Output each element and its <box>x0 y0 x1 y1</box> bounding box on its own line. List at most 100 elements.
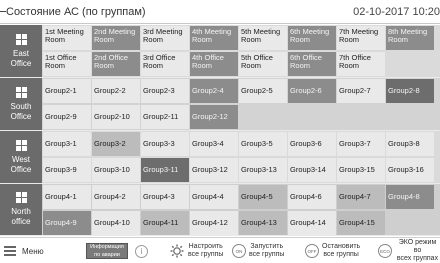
group-tile[interactable]: 7th Office Room <box>337 52 385 76</box>
group-tile[interactable]: 1st Meeting Room <box>43 26 91 50</box>
group-tile[interactable]: Group4-10 <box>92 211 140 235</box>
group-tile[interactable]: Group2-7 <box>337 79 385 103</box>
office-button-east[interactable]: East Office <box>0 25 42 77</box>
group-tile[interactable]: Group3-3 <box>141 132 189 156</box>
tile-row: Group2-1 Group2-2 Group2-3 Group2-4 Group2-5… <box>43 79 435 103</box>
group-tile[interactable]: 3rd Meeting Room <box>141 26 189 50</box>
group-tile[interactable]: Group3-7 <box>337 132 385 156</box>
tile-row: 1st Office Room 2nd Office Room 3rd Office… <box>43 52 386 76</box>
group-tile[interactable]: 7th Meeting Room <box>337 26 385 50</box>
office-name: East Office <box>10 48 32 68</box>
group-tile[interactable]: Group2-1 <box>43 79 91 103</box>
group-tile[interactable]: Group3-11 <box>141 158 189 182</box>
menu-label: Меню <box>22 246 44 256</box>
group-tile[interactable]: Group4-2 <box>92 185 140 209</box>
group-tile[interactable]: Group4-15 <box>337 211 385 235</box>
menu-button[interactable]: Меню <box>4 242 44 260</box>
group-tile[interactable]: 3rd Office Room <box>141 52 189 76</box>
stop-all-label: Остановить все группы <box>322 243 361 258</box>
group-tile[interactable]: Group4-11 <box>141 211 189 235</box>
group-tile[interactable]: Group3-14 <box>288 158 336 182</box>
room-tiles: 1st Meeting Room 2nd Meeting Room 3rd Meet… <box>43 26 440 76</box>
group-tile[interactable]: Group3-10 <box>92 158 140 182</box>
group-tile[interactable]: Group3-5 <box>239 132 287 156</box>
group-tile[interactable]: Group2-2 <box>92 79 140 103</box>
group-tile[interactable]: 2nd Meeting Room <box>92 26 140 50</box>
group-tile[interactable]: Group2-4 <box>190 79 238 103</box>
alarm-info-button[interactable]: Информация по аварии <box>86 243 128 259</box>
group-tile[interactable]: Group3-6 <box>288 132 336 156</box>
grid-icon <box>15 139 27 151</box>
power-on-icon: ON <box>232 244 246 258</box>
room-tiles: Group3-1 Group3-2 Group3-3 Group3-4 Group3-5… <box>43 132 440 182</box>
group-tile[interactable]: Group2-9 <box>43 105 91 129</box>
group-tile[interactable]: 4th Office Room <box>190 52 238 76</box>
group-tile[interactable]: Group2-5 <box>239 79 287 103</box>
hamburger-icon <box>4 246 16 256</box>
group-tile[interactable]: 2nd Office Room <box>92 52 140 76</box>
group-tile[interactable]: Group3-8 <box>386 132 434 156</box>
group-tile[interactable]: 6th Meeting Room <box>288 26 336 50</box>
group-tile[interactable]: Group2-12 <box>190 105 238 129</box>
group-tile[interactable]: Group3-16 <box>386 158 434 182</box>
grid-icon <box>15 192 27 203</box>
room-tiles: Group4-1 Group4-2 Group4-3 Group4-4 Group4-5… <box>43 185 440 235</box>
office-groups-grid: East Office 1st Meeting Room 2nd Meeting R… <box>0 25 440 236</box>
group-tile[interactable]: Group4-4 <box>190 185 238 209</box>
office-group-east: East Office 1st Meeting Room 2nd Meeting R… <box>0 25 440 78</box>
tile-row: Group2-9 Group2-10 Group2-11 Group2-12 <box>43 105 239 129</box>
group-tile[interactable]: Group4-3 <box>141 185 189 209</box>
group-tile[interactable]: Group3-12 <box>190 158 238 182</box>
office-name: North office <box>11 207 31 226</box>
group-tile[interactable]: Group3-4 <box>190 132 238 156</box>
group-tile[interactable]: Group4-14 <box>288 211 336 235</box>
group-tile[interactable]: Group4-7 <box>337 185 385 209</box>
power-off-icon: OFF <box>305 244 319 258</box>
eco-icon: ECO <box>378 244 392 258</box>
gear-icon <box>170 244 184 258</box>
group-tile[interactable]: 6th Office Room <box>288 52 336 76</box>
stop-all-button[interactable]: OFF Остановить все группы <box>305 242 360 260</box>
alarm-info-label: Информация по аварии <box>90 244 124 258</box>
configure-all-button[interactable]: Настроить все группы <box>170 242 223 260</box>
group-tile[interactable]: Group4-12 <box>190 211 238 235</box>
group-tile[interactable]: Group2-10 <box>92 105 140 129</box>
group-tile[interactable]: Group4-5 <box>239 185 287 209</box>
office-button-north[interactable]: North office <box>0 184 42 235</box>
date-time: 02-10-2017 10:20 <box>353 6 440 18</box>
group-tile[interactable]: 5th Office Room <box>239 52 287 76</box>
group-tile[interactable]: Group2-11 <box>141 105 189 129</box>
group-tile[interactable]: 1st Office Room <box>43 52 91 76</box>
group-tile[interactable]: Group4-1 <box>43 185 91 209</box>
group-tile[interactable]: Group3-2 <box>92 132 140 156</box>
group-tile[interactable]: Group2-3 <box>141 79 189 103</box>
tile-row: Group4-9 Group4-10 Group4-11 Group4-12 Group… <box>43 211 386 235</box>
group-tile[interactable]: Group3-9 <box>43 158 91 182</box>
info-icon[interactable]: i <box>135 245 148 258</box>
eco-mode-label: ЭКО режим во всех группах <box>396 239 439 262</box>
eco-mode-button[interactable]: ECO ЭКО режим во всех группах <box>378 239 440 262</box>
configure-all-label: Настроить все группы <box>188 243 224 258</box>
group-tile[interactable]: Group4-8 <box>386 185 434 209</box>
group-tile[interactable]: Group2-8 <box>386 79 434 103</box>
group-tile[interactable]: Group3-1 <box>43 132 91 156</box>
group-tile[interactable]: 4th Meeting Room <box>190 26 238 50</box>
group-tile[interactable]: 8th Meeting Room <box>386 26 434 50</box>
office-name: South Office <box>10 101 32 121</box>
room-tiles: Group2-1 Group2-2 Group2-3 Group2-4 Group2-5… <box>43 79 440 129</box>
tile-row: Group4-1 Group4-2 Group4-3 Group4-4 Group4-5… <box>43 185 435 209</box>
group-tile[interactable]: Group4-9 <box>43 211 91 235</box>
group-tile[interactable]: Group2-6 <box>288 79 336 103</box>
start-all-button[interactable]: ON Запустить все группы <box>232 242 284 260</box>
group-tile[interactable]: Group3-13 <box>239 158 287 182</box>
group-tile[interactable]: Group4-13 <box>239 211 287 235</box>
office-button-west[interactable]: West Office <box>0 131 42 183</box>
grid-icon <box>15 86 27 98</box>
header-bar: Состояние АС (по группам) 02-10-2017 10:… <box>0 0 440 24</box>
group-tile[interactable]: Group4-6 <box>288 185 336 209</box>
office-button-south[interactable]: South Office <box>0 78 42 130</box>
office-group-south: South Office Group2-1 Group2-2 Group2-3 Grou… <box>0 78 440 131</box>
group-tile[interactable]: 5th Meeting Room <box>239 26 287 50</box>
group-tile[interactable]: Group3-15 <box>337 158 385 182</box>
start-all-label: Запустить все группы <box>249 243 285 258</box>
